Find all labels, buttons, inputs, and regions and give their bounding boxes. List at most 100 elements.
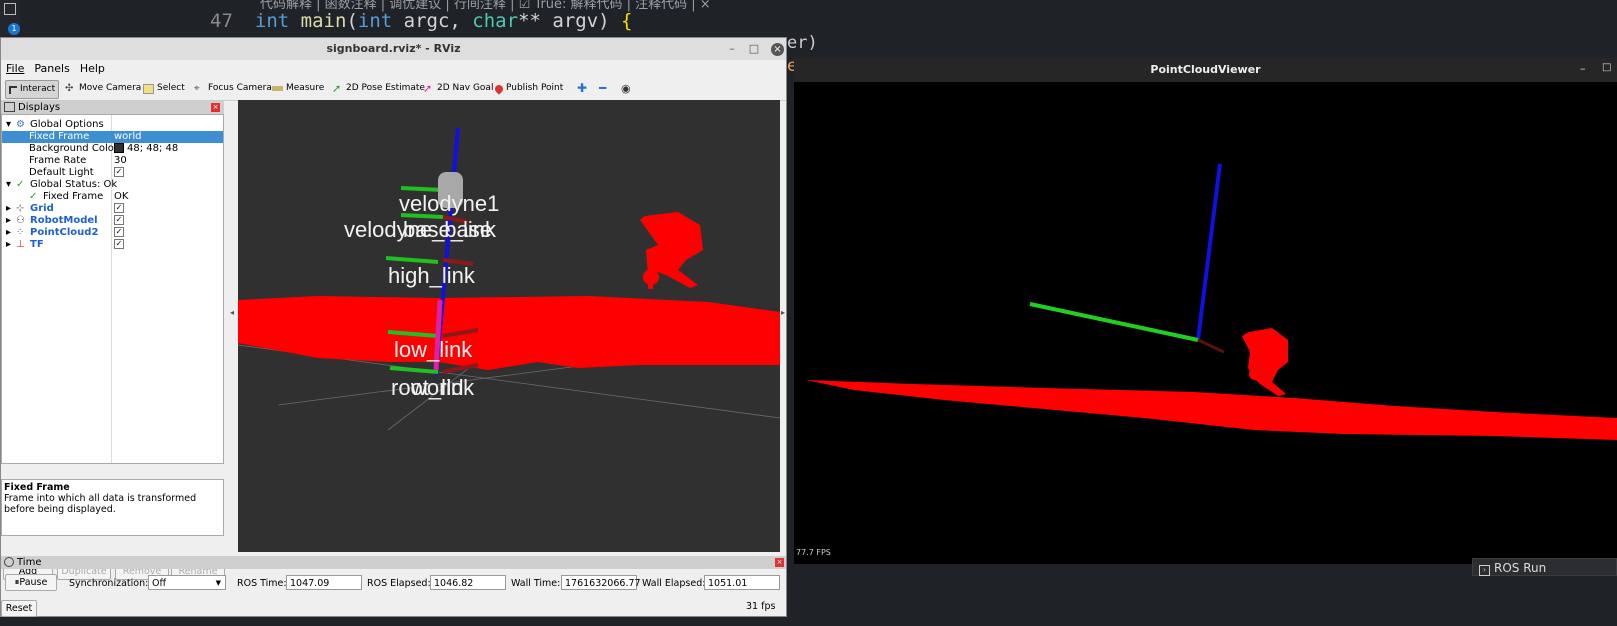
expand-arrow-icon[interactable]: ▾ [6,179,11,191]
tree-item-pointcloud2[interactable]: ▸ ⁘ PointCloud2 ✓ [2,227,223,239]
sync-label: Synchronization: [69,578,149,589]
code-token: ( [346,10,358,32]
gear-icon: ⚙ [16,119,25,130]
tree-item-frame-rate[interactable]: Frame Rate 30 [2,155,223,167]
tree-label: Global Status: Ok [30,179,118,190]
close-icon[interactable]: × [771,43,784,56]
frame-label: low_link [394,337,473,362]
ok-check-icon: ✓ [29,191,38,202]
move-camera-tool-button[interactable]: ✣ Move Camera [65,80,141,97]
tree-label: Frame Rate [29,155,87,166]
tree-item-global-status[interactable]: ▾ ✓ Global Status: Ok [2,179,223,191]
panel-title: Time [17,557,42,568]
checkbox[interactable]: ✓ [114,167,124,179]
tree-label: Background Color [29,143,118,154]
tree-item-grid[interactable]: ▸ ⊹ Grid ✓ [2,203,223,215]
code-token: { [621,10,633,32]
remove-tool-icon[interactable]: ━ [599,80,606,97]
tree-label: PointCloud2 [30,227,99,238]
point-cloud-ground [238,296,780,370]
wall-elapsed-field[interactable]: 1051.01 [704,575,780,590]
tree-item-background-color[interactable]: Background Color 48; 48; 48 [2,143,223,155]
checkbox[interactable]: ✓ [114,239,124,251]
select-icon [143,83,154,94]
collapse-left-icon[interactable]: ◂ [230,308,234,317]
green-arrow-icon: ➚ [332,82,342,95]
tree-value[interactable]: 30 [114,155,127,167]
tree-item-default-light[interactable]: Default Light ✓ [2,167,223,179]
checkbox[interactable]: ✓ [114,203,124,215]
code-token: argc, [392,10,473,32]
tree-item-status-fixed-frame[interactable]: ✓ Fixed Frame OK [2,191,223,203]
help-title: Fixed Frame [4,482,70,493]
window-title: PointCloudViewer [794,58,1617,82]
ros-time-field[interactable]: 1047.09 [286,575,362,590]
monitor-icon [4,102,15,112]
close-panel-icon[interactable]: × [211,103,220,112]
tree-item-fixed-frame[interactable]: Fixed Frame world [2,131,223,143]
publish-point-tool-button[interactable]: Publish Point [493,80,563,97]
property-help-panel: Fixed Frame Frame into which all data is… [1,479,224,536]
collapse-arrow-icon[interactable]: ▸ [6,227,11,239]
code-line[interactable]: 47 int main(int argc, char** argv) { [210,10,632,32]
focus-camera-tool-button[interactable]: ⌖ Focus Camera [194,80,272,97]
interact-tool-button[interactable]: Interact [5,80,60,99]
expand-arrow-icon[interactable]: ▾ [6,119,11,131]
minimize-icon[interactable]: – [1580,62,1586,75]
nav-goal-tool-button[interactable]: ➚ 2D Nav Goal [423,80,493,97]
tree-value: OK [114,191,129,202]
maximize-icon[interactable]: □ [747,42,761,56]
collapse-arrow-icon[interactable]: ▸ [6,203,11,215]
reset-button[interactable]: Reset [1,600,37,617]
ros-run-button[interactable]: › ROS Run [1472,558,1617,576]
sync-select[interactable]: Off ▼ [148,575,226,590]
menu-file[interactable]: File [1,60,29,77]
tool-label: Measure [286,83,325,93]
pause-button[interactable]: ⏸Pause [5,574,57,591]
collapse-arrow-icon[interactable]: ▸ [6,239,11,251]
rviz-window: signboard.rviz* - RViz – □ × File Panels H… [0,37,787,617]
ruler-icon [272,86,283,91]
color-value: 48; 48; 48 [127,143,179,154]
wall-time-field[interactable]: 1761632066.77 [561,575,641,590]
panel-title: Displays [18,102,61,113]
checkbox[interactable]: ✓ [114,227,124,239]
checkmark-icon: ✓ [114,227,124,237]
menu-panels[interactable]: Panels [29,60,74,77]
checkmark-icon: ✓ [114,215,124,225]
tree-item-robotmodel[interactable]: ▸ ⚇ RobotModel ✓ [2,215,223,227]
eye-icon[interactable]: ◉ [621,80,631,97]
displays-tree: ▾ ⚙ Global Options Fixed Frame world Bac… [1,114,224,464]
3d-viewport[interactable]: velodyne1 velodyne_base base_link high_l… [237,100,781,552]
maximize-icon[interactable]: □ [1602,62,1611,73]
add-tool-icon[interactable]: ✚ [577,80,587,97]
collapse-arrow-icon[interactable]: ▸ [6,215,11,227]
checkbox[interactable]: ✓ [114,215,124,227]
tree-label: RobotModel [30,215,98,226]
select-tool-button[interactable]: Select [143,80,185,97]
close-panel-icon[interactable]: × [775,558,784,567]
move-camera-icon: ✣ [65,83,74,94]
tree-item-global-options[interactable]: ▾ ⚙ Global Options [2,119,223,131]
minimize-icon[interactable]: – [725,42,739,56]
collapse-right-icon[interactable]: ▸ [781,308,785,317]
select-value: Off [152,578,167,589]
tool-label: Focus Camera [208,83,272,93]
code-token: int [357,10,393,32]
pointcloud-icon: ⁘ [16,227,25,238]
point-cloud-sign [1249,368,1261,380]
pointcloud-viewer-window: PointCloudViewer – □ 77.7 FPS [794,58,1617,564]
tool-label: 2D Pose Estimate [346,83,425,93]
extensions-icon[interactable] [4,3,16,15]
tree-value[interactable]: 48; 48; 48 [114,143,178,155]
tree-item-tf[interactable]: ▸ ⊥ TF ✓ [2,239,223,251]
ros-elapsed-field[interactable]: 1046.82 [430,575,506,590]
checkmark-icon: ✓ [114,239,124,249]
pose-estimate-tool-button[interactable]: ➚ 2D Pose Estimate [332,80,425,97]
tree-value[interactable]: world [114,131,142,143]
fps-counter: 31 fps [746,601,776,612]
tool-label: Select [157,83,185,93]
menu-help[interactable]: Help [75,60,110,77]
measure-tool-button[interactable]: Measure [272,80,324,97]
ok-check-icon: ✓ [16,179,25,190]
